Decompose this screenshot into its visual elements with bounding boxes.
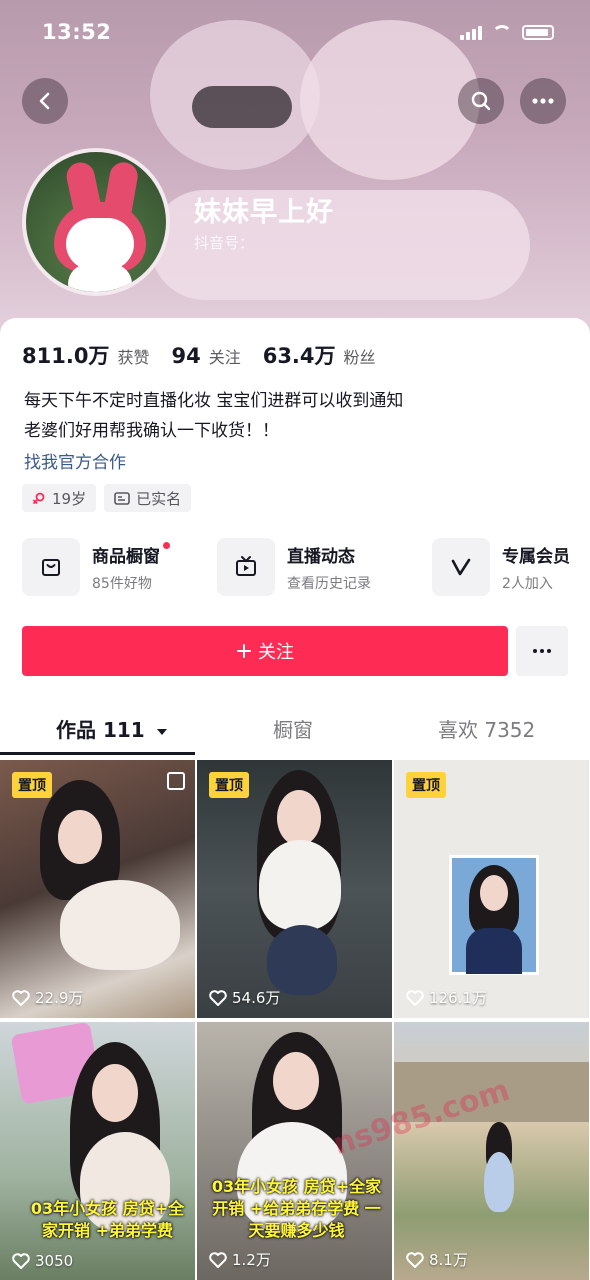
search-button[interactable] [458, 78, 504, 124]
video-likes: 3050 [12, 1252, 73, 1270]
video-thumbnail[interactable]: 置顶 54.6万 [197, 760, 392, 1018]
status-time: 13:52 [42, 20, 112, 44]
shortcut-live-title: 直播动态 [287, 546, 355, 567]
shortcut-row: 商品橱窗 85件好物 直播动态 查看历史记录 专属会员 2人加入 [22, 538, 582, 600]
follow-more-button[interactable] [516, 626, 568, 676]
more-dots-icon [532, 98, 554, 104]
tab-works[interactable]: 作品 111 [56, 714, 168, 743]
nickname: 妹妹早上好 [194, 197, 334, 228]
tv-icon [217, 538, 275, 596]
female-icon [33, 492, 45, 504]
video-caption: 03年小女孩 房贷+全家开销 +弟弟学费 [30, 1199, 185, 1240]
video-thumbnail[interactable]: 置顶 22.9万 [0, 760, 195, 1018]
shortcut-showcase-title: 商品橱窗 [92, 546, 160, 567]
notification-dot [163, 541, 170, 549]
heart-icon [406, 1251, 424, 1268]
follow-label: 关注 [258, 642, 294, 663]
heart-icon [209, 989, 227, 1006]
shortcut-membership-title: 专属会员 [502, 546, 570, 567]
caret-down-icon [156, 729, 167, 735]
follow-button[interactable]: 关注 [22, 626, 508, 676]
video-caption: 03年小女孩 房贷+全家开销 +给弟弟存学费 一天要赚多少钱 [211, 1177, 382, 1240]
battery-icon [522, 24, 554, 40]
stat-likes-value: 811.0万 [22, 344, 110, 368]
pinned-badge: 置顶 [12, 772, 52, 798]
tab-showcase[interactable]: 橱窗 [273, 714, 313, 743]
pinned-badge: 置顶 [406, 772, 446, 798]
chevron-left-icon [39, 92, 50, 110]
shortcut-showcase[interactable]: 商品橱窗 85件好物 [22, 538, 170, 596]
video-likes-count: 54.6万 [232, 989, 281, 1007]
stat-followers-value: 63.4万 [262, 344, 336, 368]
pinned-badge: 置顶 [209, 772, 249, 798]
avatar[interactable] [22, 148, 170, 296]
shopping-bag-icon [22, 538, 80, 596]
stat-followers[interactable]: 63.4万 粉丝 [263, 340, 376, 370]
back-button[interactable] [22, 78, 68, 124]
shortcut-live-subtitle: 查看历史记录 [287, 575, 371, 592]
more-options-button[interactable] [520, 78, 566, 124]
heart-icon [406, 989, 424, 1006]
stat-following[interactable]: 94 关注 [171, 344, 240, 368]
bio-line: 每天下午不定时直播化妆 宝宝们进群可以收到通知 [24, 391, 404, 411]
shortcut-live[interactable]: 直播动态 查看历史记录 [217, 538, 371, 596]
wifi-icon [492, 25, 512, 39]
bio-line: 老婆们好用帮我确认一下收货！！ [24, 421, 279, 441]
content-tabs: 作品 111 橱窗 喜欢 7352 [0, 700, 590, 756]
account-id[interactable]: 抖音号： [194, 232, 254, 253]
heart-icon [209, 1251, 227, 1268]
active-tab-indicator [0, 752, 195, 755]
status-icons [460, 24, 554, 40]
heart-icon [12, 989, 30, 1006]
tab-works-label: 作品 111 [56, 718, 145, 742]
video-likes: 1.2万 [209, 1249, 271, 1270]
video-likes-count: 8.1万 [429, 1251, 468, 1269]
stat-likes-label: 获赞 [117, 348, 150, 367]
v-badge-icon [432, 538, 490, 596]
tag-age-label: 19岁 [52, 489, 87, 508]
video-likes: 22.9万 [12, 987, 83, 1008]
profile-tags: 19岁 已实名 [22, 484, 192, 512]
shortcut-membership-subtitle: 2人加入 [502, 575, 553, 592]
heart-icon [12, 1253, 30, 1269]
video-likes-count: 22.9万 [35, 989, 84, 1007]
status-bar: 13:52 [0, 0, 590, 70]
search-icon [471, 91, 491, 111]
video-likes: 54.6万 [209, 987, 280, 1008]
id-card-icon [114, 491, 130, 505]
signal-icon [460, 24, 482, 40]
bio: 每天下午不定时直播化妆 宝宝们进群可以收到通知 老婆们好用帮我确认一下收货！！ [24, 386, 403, 446]
official-cooperation-link[interactable]: 找我官方合作 [24, 448, 126, 473]
profile-stats: 811.0万 获赞 94 关注 63.4万 粉丝 [22, 340, 398, 370]
tab-likes[interactable]: 喜欢 7352 [438, 714, 535, 743]
video-likes-count: 3050 [35, 1252, 74, 1270]
stat-likes[interactable]: 811.0万 获赞 [22, 340, 149, 370]
video-likes-count: 1.2万 [232, 1251, 271, 1269]
video-likes: 8.1万 [406, 1249, 468, 1270]
video-thumbnail[interactable]: 03年小女孩 房贷+全家开销 +弟弟学费 3050 [0, 1022, 195, 1280]
video-likes-count: 126.1万 [429, 989, 487, 1007]
stat-following-value: 94 [171, 344, 201, 368]
plus-icon [237, 644, 251, 658]
video-thumbnail[interactable]: 置顶 126.1万 [394, 760, 589, 1018]
video-likes: 126.1万 [406, 987, 487, 1008]
tag-age: 19岁 [22, 484, 97, 512]
banner-sleep-mask [192, 86, 292, 128]
stat-followers-label: 粉丝 [343, 348, 376, 367]
shortcut-membership[interactable]: 专属会员 2人加入 [432, 538, 570, 596]
tag-verified-label: 已实名 [136, 489, 182, 508]
tag-verified: 已实名 [104, 484, 192, 512]
multi-image-icon [167, 772, 185, 790]
stat-following-label: 关注 [208, 348, 241, 367]
video-thumbnail[interactable]: 8.1万 [394, 1022, 589, 1280]
shortcut-showcase-subtitle: 85件好物 [92, 575, 152, 592]
